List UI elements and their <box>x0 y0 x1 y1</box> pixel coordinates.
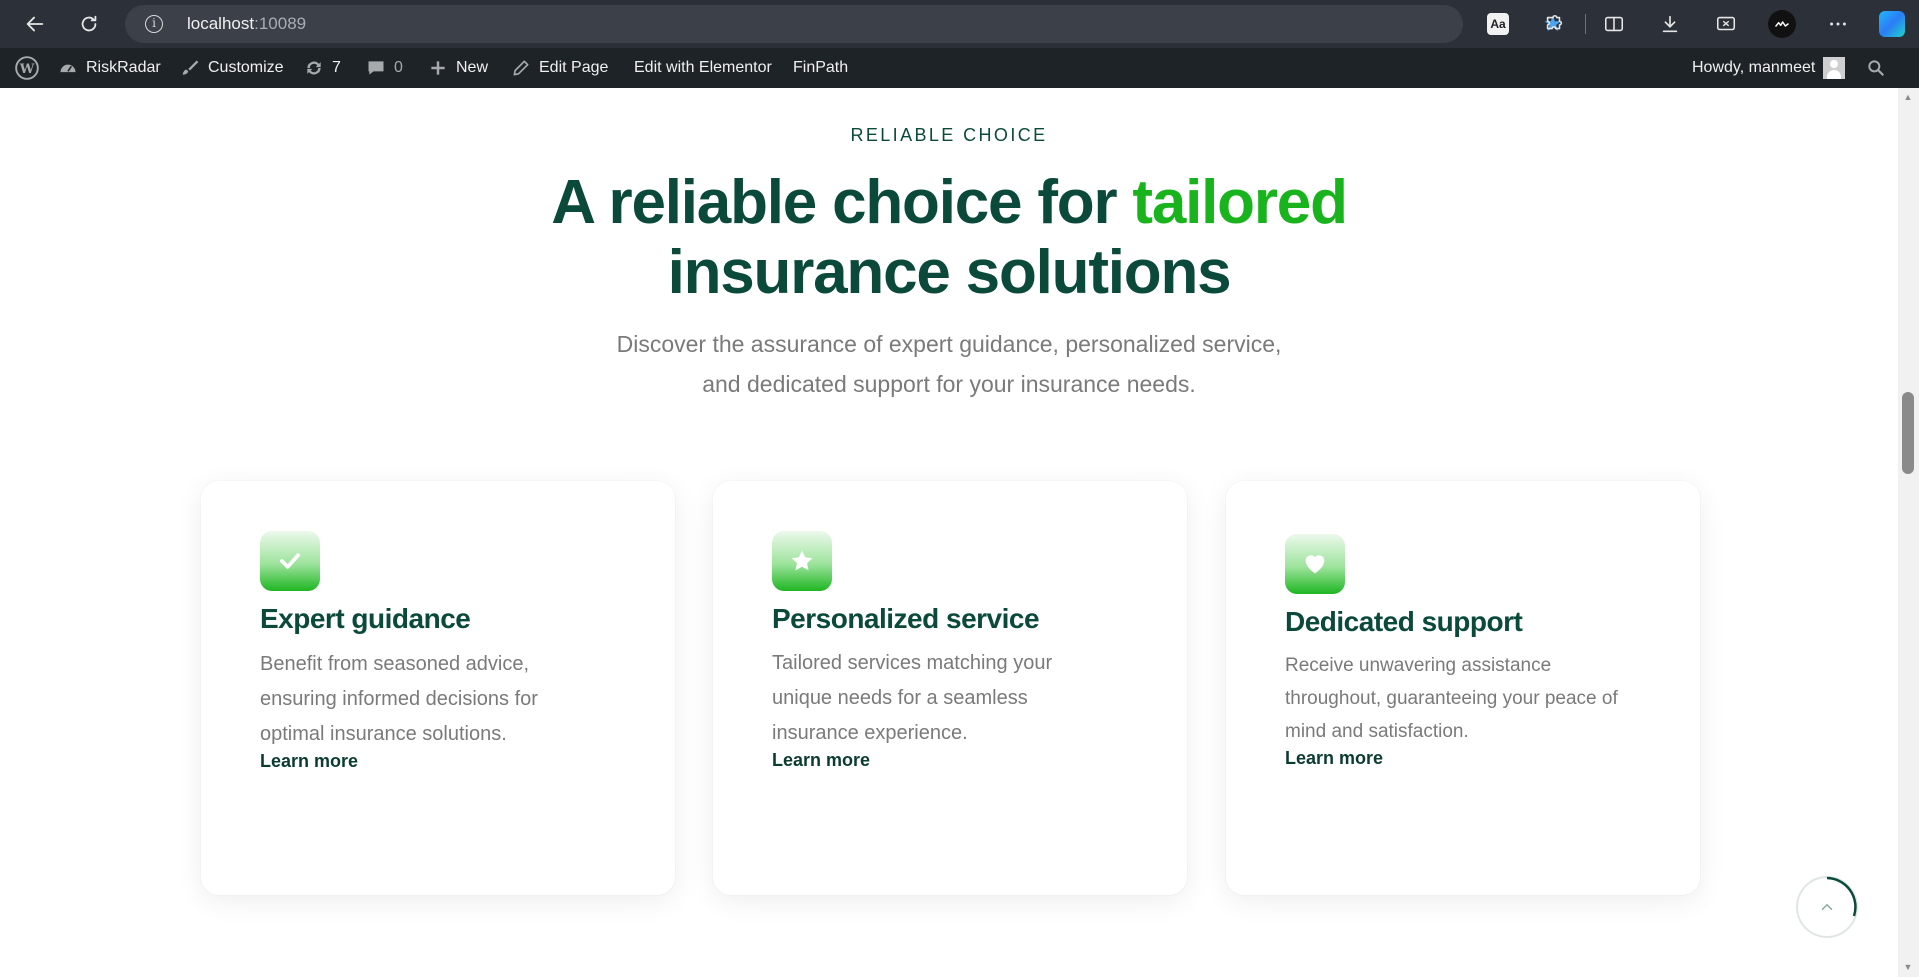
customize-link[interactable]: Customize <box>180 48 284 88</box>
feature-card-expert-guidance: Expert guidance Benefit from seasoned ad… <box>201 481 675 895</box>
heart-icon <box>1285 534 1345 594</box>
edit-page-link[interactable]: Edit Page <box>511 48 608 88</box>
finpath-link[interactable]: FinPath <box>793 48 848 88</box>
wp-logo-button[interactable]: W <box>14 48 40 88</box>
downloads-button[interactable] <box>1654 8 1686 40</box>
reader-mode-button[interactable]: Aa <box>1482 8 1514 40</box>
section-headline: A reliable choice for tailored insurance… <box>0 168 1898 308</box>
profile-avatar-icon <box>1768 10 1796 38</box>
updates-refresh-icon <box>304 58 324 78</box>
back-button[interactable] <box>18 7 52 41</box>
section-eyebrow: RELIABLE CHOICE <box>850 125 1048 145</box>
brush-icon <box>180 58 200 78</box>
finpath-label: FinPath <box>793 59 849 76</box>
comment-bubble-icon <box>366 58 386 78</box>
browser-toolbar: i localhost:10089 Aᐧ ★ Aa <box>0 0 1919 48</box>
edit-page-label: Edit Page <box>539 59 609 76</box>
pencil-icon <box>511 58 531 78</box>
reload-icon <box>81 15 97 32</box>
headline-part-2: insurance solutions <box>667 238 1232 307</box>
screenshot-icon <box>1716 16 1736 31</box>
copilot-icon <box>1879 11 1905 37</box>
url-port: :10089 <box>254 14 307 33</box>
comments-link[interactable]: 0 <box>366 48 403 88</box>
arrow-left-icon <box>26 16 44 32</box>
updates-link[interactable]: 7 <box>304 48 341 88</box>
howdy-label: Howdy, manmeet <box>1692 59 1816 76</box>
back-to-top-button[interactable] <box>1796 876 1858 938</box>
card-description: Benefit from seasoned advice, ensuring i… <box>260 653 538 745</box>
learn-more-link[interactable]: Learn more <box>772 750 870 771</box>
split-screen-button[interactable] <box>1598 8 1630 40</box>
wp-admin-bar: W RiskRadar Customize 7 0 New Edit Page … <box>0 48 1919 88</box>
card-description: Receive unwavering assistance throughout… <box>1285 655 1618 742</box>
toolbar-separator <box>1585 14 1586 34</box>
plus-icon <box>428 58 448 78</box>
page-content: RELIABLE CHOICE A reliable choice for ta… <box>0 88 1898 977</box>
wordpress-icon: W <box>14 55 40 81</box>
address-bar[interactable]: i localhost:10089 Aᐧ ★ <box>125 5 1563 43</box>
new-label: New <box>456 59 489 76</box>
site-name-menu[interactable]: RiskRadar <box>58 48 161 88</box>
user-avatar <box>1823 57 1846 79</box>
card-title: Dedicated support <box>1285 606 1523 637</box>
scroll-up-arrow-icon[interactable]: ▲ <box>1903 92 1913 102</box>
reload-button[interactable] <box>72 7 106 41</box>
headline-part-1: A reliable choice for <box>551 168 1133 237</box>
more-button[interactable] <box>1822 8 1854 40</box>
check-icon <box>260 531 320 591</box>
copilot-button[interactable] <box>1876 8 1908 40</box>
headline-accent: tailored <box>1132 168 1348 237</box>
profile-button[interactable] <box>1766 8 1798 40</box>
scroll-down-arrow-icon[interactable]: ▼ <box>1903 962 1913 972</box>
dashboard-gauge-icon <box>58 58 78 78</box>
section-subtitle: Discover the assurance of expert guidanc… <box>616 331 1282 397</box>
card-title: Personalized service <box>772 603 1040 634</box>
my-account-menu[interactable]: Howdy, manmeet <box>1692 48 1846 88</box>
scroll-progress-ring <box>1826 876 1857 917</box>
screenshot-button[interactable] <box>1710 8 1742 40</box>
admin-search-button[interactable] <box>1866 48 1886 88</box>
feature-card-personalized-service: Personalized service Tailored services m… <box>713 481 1187 895</box>
star-icon <box>772 531 832 591</box>
extensions-button[interactable] <box>1538 8 1570 40</box>
site-name-label: RiskRadar <box>86 59 161 76</box>
more-dots-icon <box>1830 22 1846 26</box>
card-description: Tailored services matching your unique n… <box>772 652 1053 744</box>
aa-icon: Aa <box>1487 13 1509 35</box>
puzzle-icon <box>1546 14 1563 30</box>
new-content-menu[interactable]: New <box>428 48 488 88</box>
profile-glyph-icon <box>1775 21 1789 27</box>
url-host: localhost <box>187 14 255 33</box>
page-scrollbar[interactable] <box>1898 88 1919 977</box>
url-text[interactable]: localhost:10089 <box>187 14 306 34</box>
scrollbar-thumb[interactable] <box>1902 392 1914 474</box>
site-info-icon[interactable]: i <box>145 15 163 33</box>
svg-text:W: W <box>19 62 35 77</box>
learn-more-link[interactable]: Learn more <box>1285 748 1383 769</box>
updates-count: 7 <box>332 59 341 76</box>
edit-elementor-label: Edit with Elementor <box>634 59 772 76</box>
edit-elementor-link[interactable]: Edit with Elementor <box>634 48 772 88</box>
customize-label: Customize <box>208 59 284 76</box>
split-screen-icon <box>1604 16 1624 32</box>
learn-more-link[interactable]: Learn more <box>260 751 358 772</box>
download-icon <box>1662 15 1678 33</box>
search-icon <box>1866 58 1886 78</box>
card-title: Expert guidance <box>260 603 471 634</box>
feature-card-dedicated-support: Dedicated support Receive unwavering ass… <box>1226 481 1700 895</box>
comments-count: 0 <box>394 59 403 76</box>
